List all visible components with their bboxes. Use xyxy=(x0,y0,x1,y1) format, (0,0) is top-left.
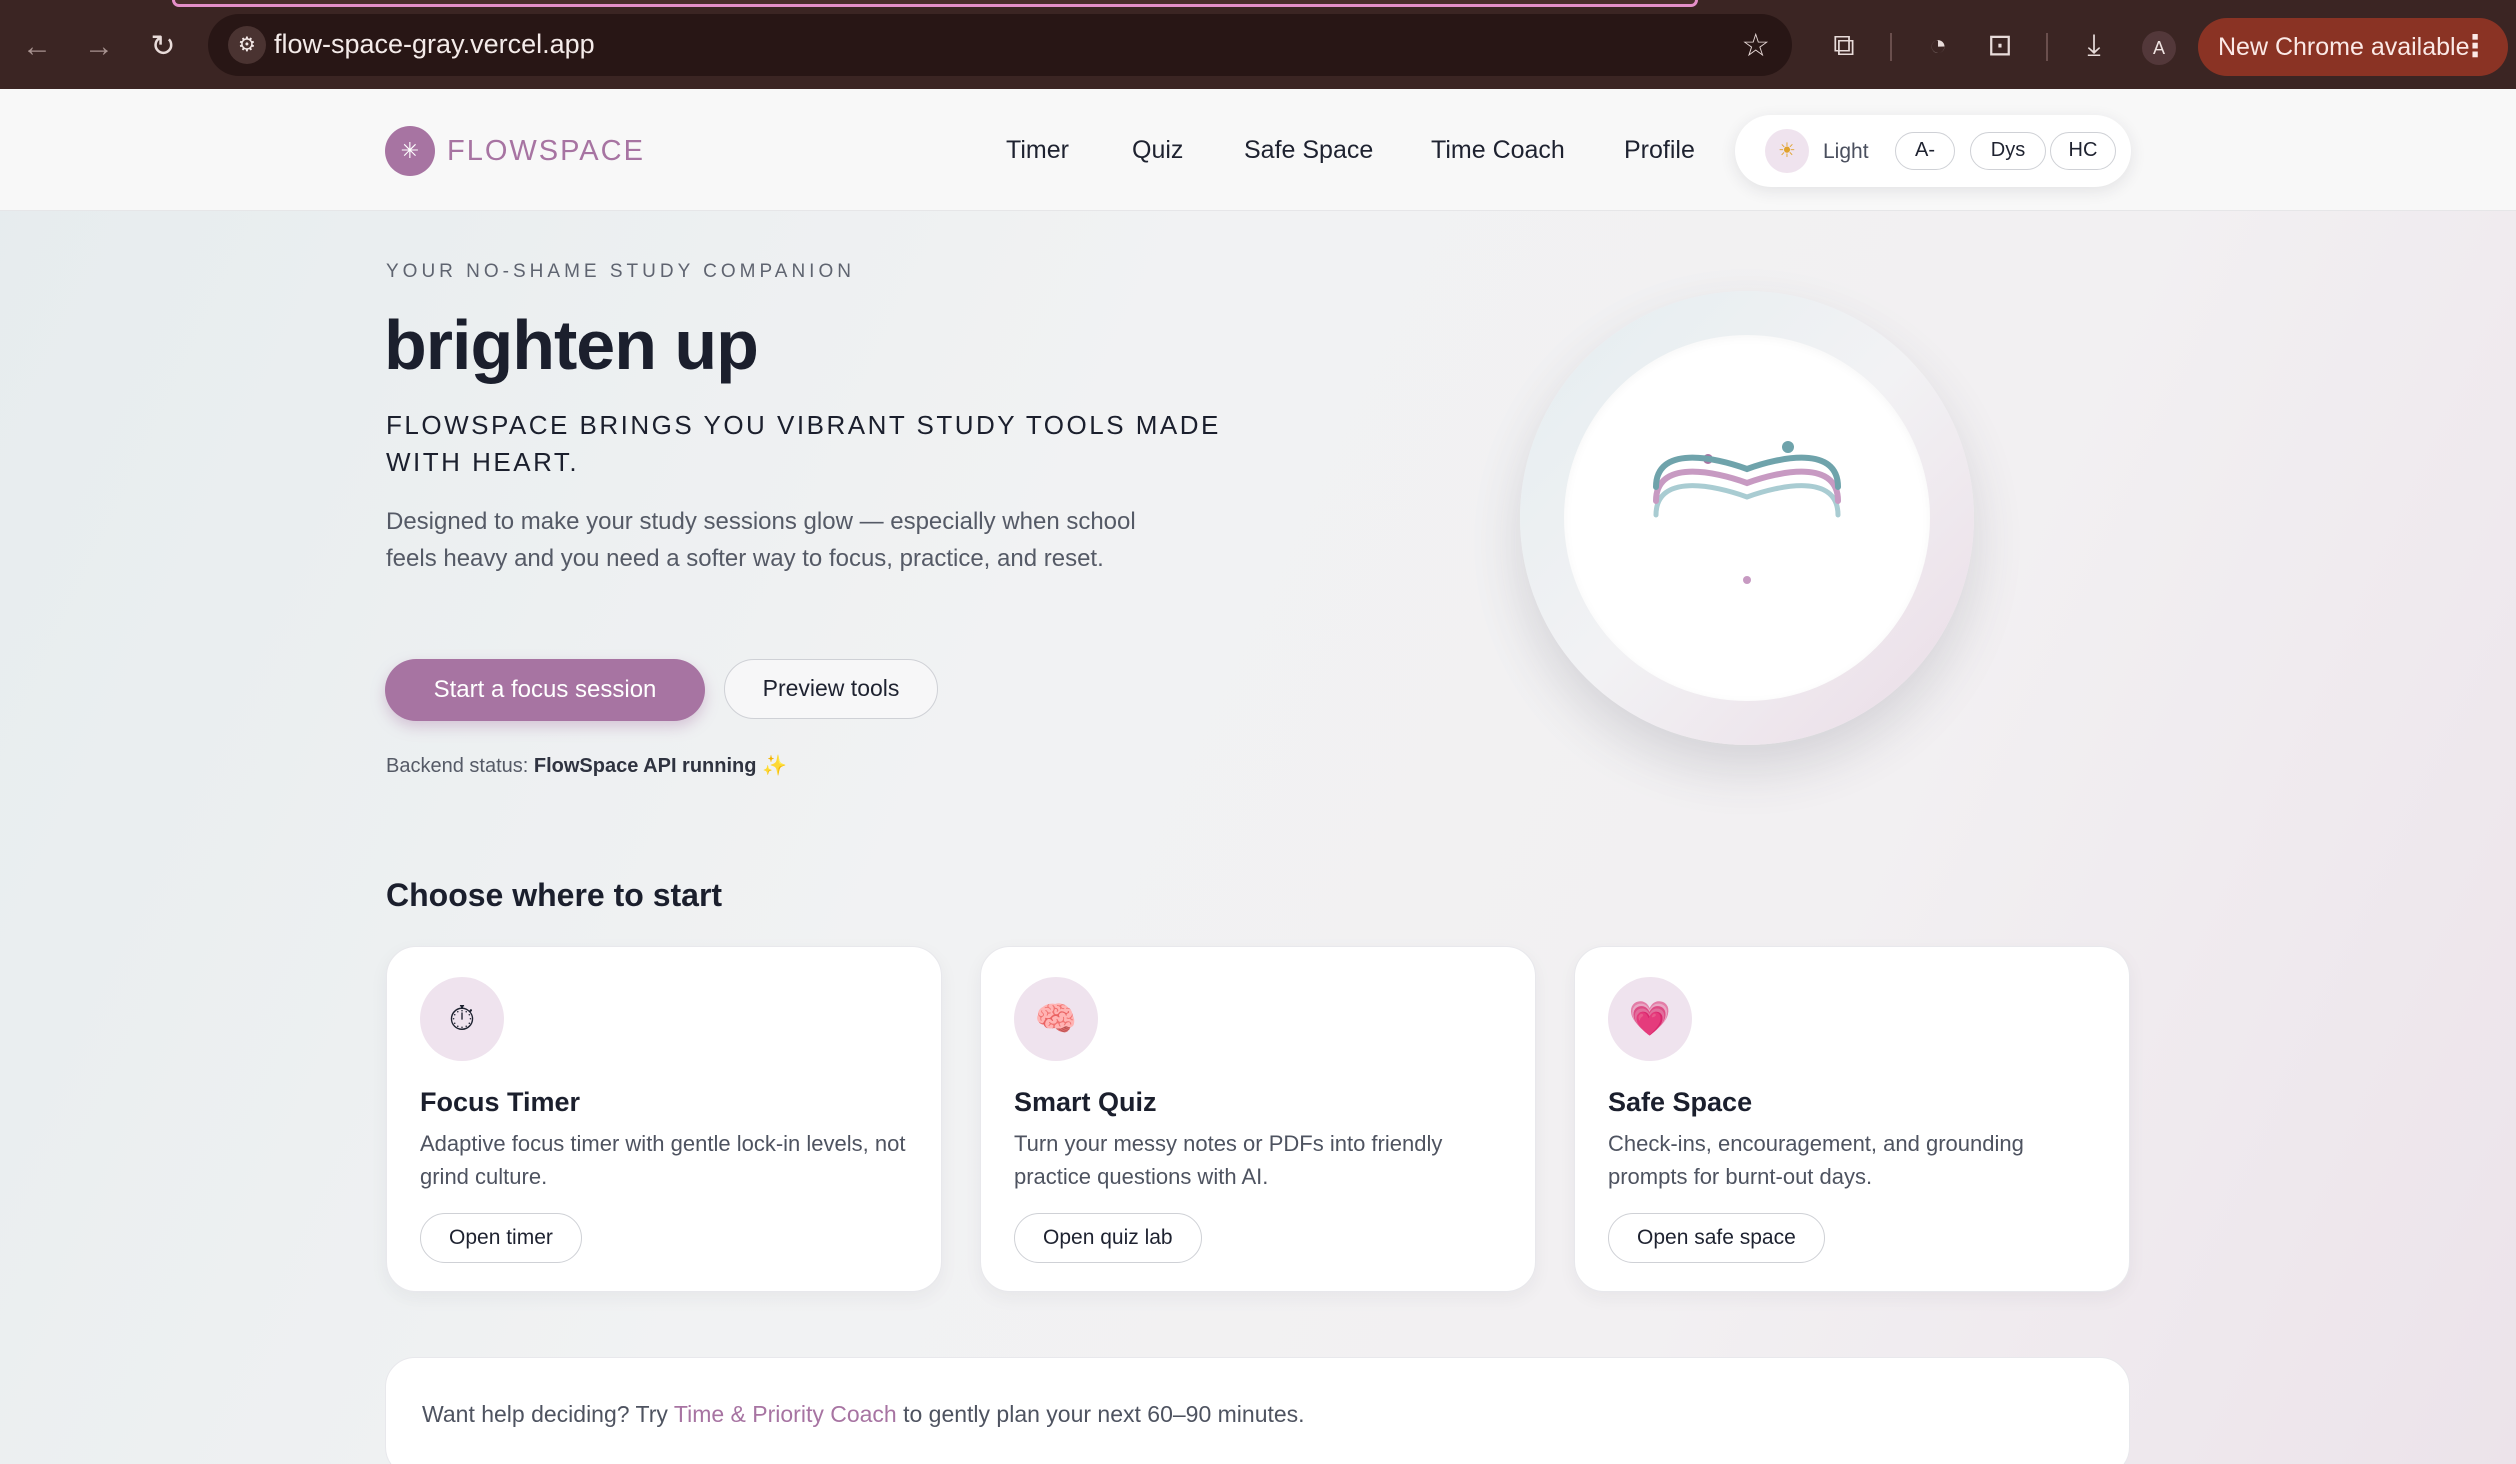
open-timer-button[interactable]: Open timer xyxy=(420,1213,582,1263)
dyslexia-font-button[interactable]: Dys xyxy=(1970,132,2046,170)
card-title: Safe Space xyxy=(1608,1087,1753,1117)
preview-tools-button[interactable]: Preview tools xyxy=(724,659,938,719)
sparkle-icon: ✨ xyxy=(762,755,787,777)
help-text: Want help deciding? Try Time & Priority … xyxy=(422,1401,1305,1428)
wave-dot xyxy=(1782,441,1794,453)
hero-description: Designed to make your study sessions glo… xyxy=(386,508,1136,572)
toolbar-divider xyxy=(1890,33,1892,61)
nav-quiz[interactable]: Quiz xyxy=(1132,136,1183,165)
wave-line xyxy=(1653,483,1841,518)
card-description: Adaptive focus timer with gentle lock-in… xyxy=(420,1131,906,1189)
wave-logo-icon xyxy=(1653,441,1841,584)
high-contrast-button[interactable]: HC xyxy=(2050,132,2116,170)
toolbar-divider xyxy=(2046,33,2048,61)
hero-eyebrow: YOUR NO-SHAME STUDY COMPANION xyxy=(386,261,855,282)
incognito-icon[interactable]: ◔ xyxy=(1916,24,1960,68)
profile-avatar[interactable]: A xyxy=(2142,31,2176,65)
accessibility-controls: ☀ Light A- Dys HC xyxy=(1735,115,2131,187)
time-priority-coach-link[interactable]: Time & Priority Coach xyxy=(674,1401,897,1427)
wave-dot xyxy=(1743,576,1751,584)
site-settings-icon[interactable]: ⚙ xyxy=(228,26,266,64)
reload-icon[interactable]: ↻ xyxy=(142,26,184,68)
backend-status-label: Backend status: xyxy=(386,755,529,777)
card-description: Turn your messy notes or PDFs into frien… xyxy=(1014,1131,1443,1189)
nav-profile[interactable]: Profile xyxy=(1624,136,1695,165)
tab-search-icon[interactable]: ⊡ xyxy=(1978,24,2022,68)
download-icon[interactable]: ⤓ xyxy=(2072,24,2116,68)
extensions-icon[interactable]: ⧉ xyxy=(1822,24,1866,68)
bookmark-star-icon[interactable]: ☆ xyxy=(1741,26,1770,64)
chrome-update-button[interactable]: New Chrome available ⋮ xyxy=(2198,18,2508,76)
hero-subtitle: FLOWSPACE BRINGS YOU VIBRANT STUDY TOOLS… xyxy=(386,410,1221,477)
card-title: Smart Quiz xyxy=(1014,1087,1157,1117)
backend-status: Backend status: FlowSpace API running ✨ xyxy=(386,753,787,778)
section-title: Choose where to start xyxy=(386,877,723,913)
hero-illustration-inner xyxy=(1564,335,1930,701)
help-banner: Want help deciding? Try Time & Priority … xyxy=(385,1357,2130,1464)
open-quiz-lab-button[interactable]: Open quiz lab xyxy=(1014,1213,1202,1263)
card-description: Check-ins, encouragement, and grounding … xyxy=(1608,1131,2024,1189)
backend-status-value: FlowSpace API running xyxy=(533,755,757,777)
browser-toolbar: ← → ↻ ⚙ flow-space-gray.vercel.app ☆ ⧉ ◔… xyxy=(0,0,2516,89)
sun-icon[interactable]: ☀ xyxy=(1765,129,1809,173)
start-focus-session-button[interactable]: Start a focus session xyxy=(385,659,705,721)
url-text[interactable]: flow-space-gray.vercel.app xyxy=(274,29,595,60)
address-bar[interactable]: ⚙ flow-space-gray.vercel.app ☆ xyxy=(208,14,1792,76)
page: ✳ FLOWSPACE Timer Quiz Safe Space Time C… xyxy=(0,89,2516,1464)
font-size-button[interactable]: A- xyxy=(1895,132,1955,170)
safe-space-card[interactable]: 💗 Safe Space Check-ins, encouragement, a… xyxy=(1574,946,2130,1292)
stopwatch-icon: ⏱ xyxy=(420,977,504,1061)
brand-logo-icon[interactable]: ✳ xyxy=(385,126,435,176)
more-menu-icon[interactable]: ⋮ xyxy=(2460,18,2490,76)
brain-icon: 🧠 xyxy=(1014,977,1098,1061)
brand-name[interactable]: FLOWSPACE xyxy=(447,135,645,168)
card-title: Focus Timer xyxy=(420,1087,581,1117)
site-header: ✳ FLOWSPACE Timer Quiz Safe Space Time C… xyxy=(0,89,2516,211)
nav-timer[interactable]: Timer xyxy=(1006,136,1069,165)
focus-timer-card[interactable]: ⏱ Focus Timer Adaptive focus timer with … xyxy=(386,946,942,1292)
nav-safe-space[interactable]: Safe Space xyxy=(1244,136,1373,165)
theme-toggle-label[interactable]: Light xyxy=(1823,140,1869,164)
smart-quiz-card[interactable]: 🧠 Smart Quiz Turn your messy notes or PD… xyxy=(980,946,1536,1292)
hero-illustration xyxy=(1520,291,1974,745)
back-arrow-icon[interactable]: ← xyxy=(16,26,58,68)
heart-icon: 💗 xyxy=(1608,977,1692,1061)
hero-title: brighten up xyxy=(384,306,759,384)
nav-time-coach[interactable]: Time Coach xyxy=(1431,136,1565,165)
help-suffix: to gently plan your next 60–90 minutes. xyxy=(903,1401,1305,1427)
forward-arrow-icon[interactable]: → xyxy=(78,26,120,68)
help-prefix: Want help deciding? Try xyxy=(422,1401,668,1427)
active-tab-edge xyxy=(172,0,1698,7)
chrome-update-label: New Chrome available xyxy=(2218,33,2470,61)
open-safe-space-button[interactable]: Open safe space xyxy=(1608,1213,1825,1263)
